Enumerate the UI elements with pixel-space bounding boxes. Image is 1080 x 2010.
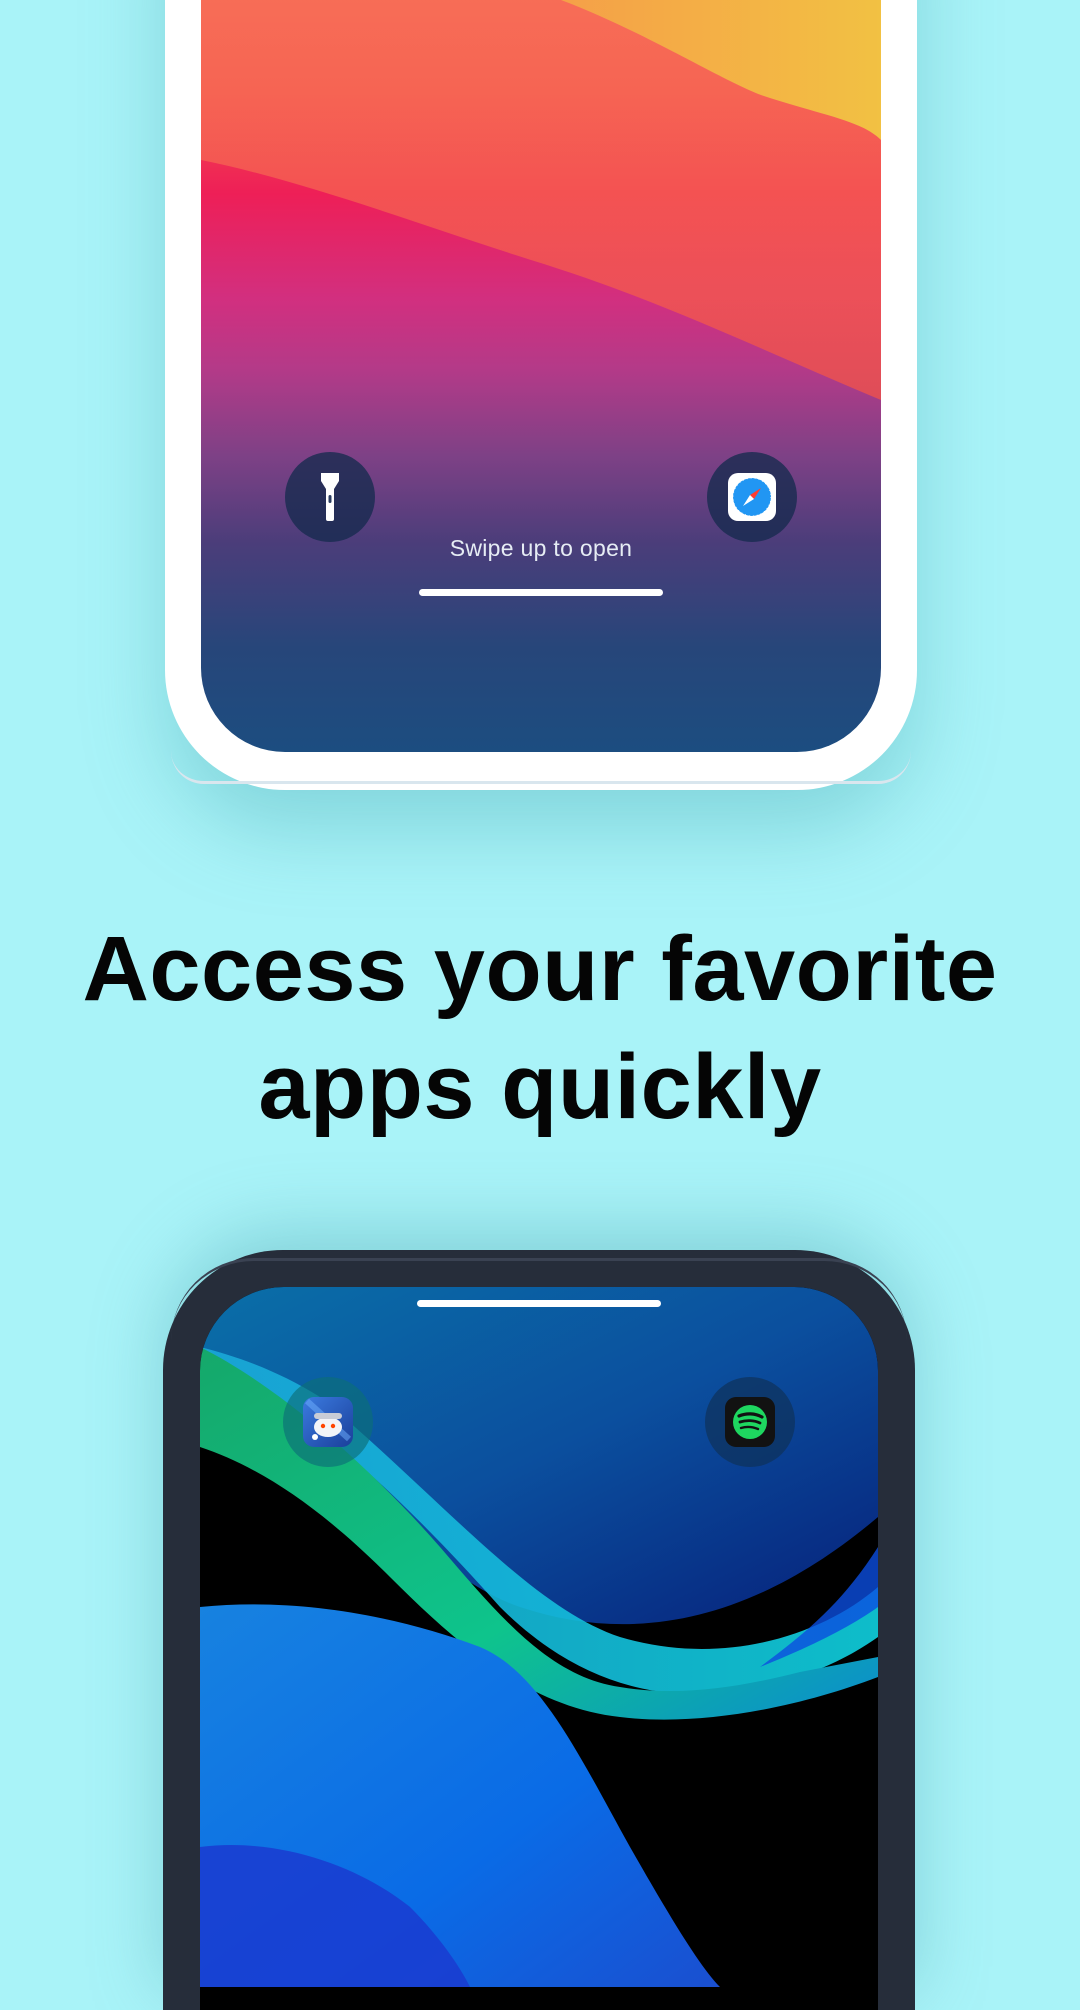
swipe-up-label: Swipe up to open	[449, 535, 633, 561]
top-phone-frame: Swipe up to open	[165, 0, 917, 790]
top-home-indicator[interactable]	[417, 1300, 661, 1307]
reddit-app-icon	[303, 1397, 353, 1447]
bottom-phone-frame	[163, 1250, 915, 2010]
reddit-shortcut-button[interactable]	[283, 1377, 373, 1467]
flashlight-button[interactable]	[285, 452, 375, 542]
headline-line-2: apps quickly	[258, 1036, 822, 1138]
safari-compass-icon	[728, 473, 776, 521]
top-phone-lock-screen: Swipe up to open	[201, 0, 881, 752]
flashlight-icon	[321, 473, 339, 521]
spotify-shortcut-button[interactable]	[705, 1377, 795, 1467]
home-indicator[interactable]	[419, 589, 663, 596]
headline: Access your favorite apps quickly	[0, 910, 1080, 1146]
bottom-phone-screen	[200, 1287, 878, 2010]
safari-button[interactable]	[707, 452, 797, 542]
spotify-app-icon	[725, 1397, 775, 1447]
headline-line-1: Access your favorite	[82, 918, 998, 1020]
